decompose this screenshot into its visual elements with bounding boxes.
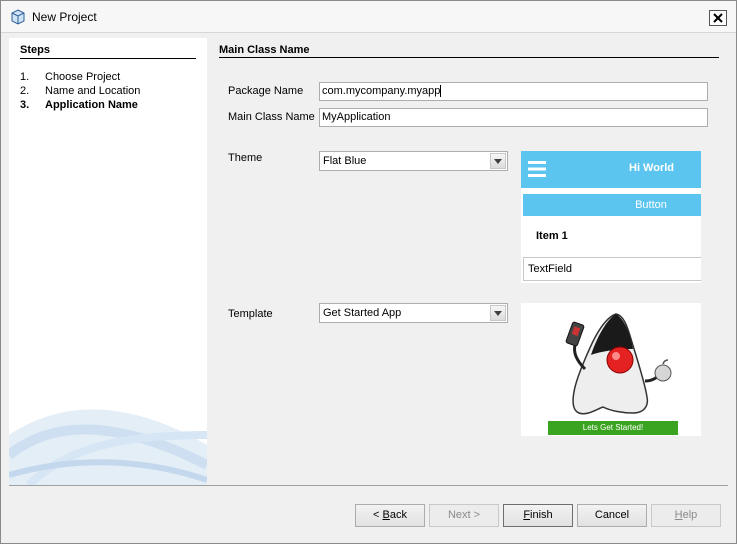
duke-mascot-icon: [565, 313, 672, 415]
decorative-swoosh: [9, 409, 207, 485]
steps-title: Steps: [20, 44, 50, 56]
content-panel: Main Class Name Package Name com.mycompa…: [207, 38, 728, 485]
template-dropdown-button[interactable]: [490, 305, 506, 321]
lets-get-started-button: Lets Get Started!: [548, 421, 678, 435]
main-class-label: Main Class Name: [228, 111, 315, 123]
back-label-prefix: <: [373, 509, 383, 521]
template-select[interactable]: Get Started App: [319, 303, 508, 323]
back-button[interactable]: < Back: [355, 504, 425, 527]
preview-title-bar: Hi World: [521, 151, 701, 188]
template-label: Template: [228, 308, 273, 320]
step-label: Application Name: [45, 99, 138, 111]
back-mnemonic: B: [382, 509, 390, 521]
step-label: Name and Location: [45, 85, 141, 97]
theme-preview: Hi World Button Item 1 TextField: [521, 151, 701, 283]
text-caret: [440, 85, 442, 98]
theme-value: Flat Blue: [323, 155, 367, 167]
new-project-dialog: New Project Steps 1. Choose Project 2. N…: [0, 0, 737, 544]
cube-icon: [11, 9, 25, 25]
section-title: Main Class Name: [219, 44, 310, 56]
finish-label-suffix: inish: [530, 509, 553, 521]
preview-title: Hi World: [629, 162, 675, 174]
package-name-label: Package Name: [228, 85, 304, 97]
template-preview: Lets Get Started!: [521, 303, 701, 436]
step-number: 1.: [20, 71, 30, 83]
cancel-button[interactable]: Cancel: [577, 504, 647, 527]
window-title: New Project: [32, 10, 97, 24]
step-item-1: 1. Choose Project: [20, 70, 140, 84]
step-number: 3.: [20, 99, 30, 111]
chevron-down-icon: [494, 158, 502, 164]
theme-dropdown-button[interactable]: [490, 153, 506, 169]
step-item-2: 2. Name and Location: [20, 84, 140, 98]
close-button[interactable]: [709, 10, 727, 26]
help-label-suffix: elp: [682, 509, 698, 521]
preview-list-item: Item 1: [536, 230, 568, 242]
package-name-value: com.mycompany.myapp: [322, 85, 441, 97]
next-button[interactable]: Next >: [429, 504, 499, 527]
step-number: 2.: [20, 85, 30, 97]
footer-divider: [9, 485, 728, 486]
chevron-down-icon: [494, 310, 502, 316]
preview-button: Button: [523, 194, 701, 216]
template-value: Get Started App: [323, 307, 402, 319]
theme-label: Theme: [228, 152, 263, 164]
steps-panel: Steps 1. Choose Project 2. Name and Loca…: [9, 38, 207, 485]
main-class-value: MyApplication: [322, 111, 391, 123]
title-bar[interactable]: New Project: [1, 1, 736, 33]
close-icon: [713, 13, 723, 23]
step-item-3: 3. Application Name: [20, 98, 140, 112]
steps-list: 1. Choose Project 2. Name and Location 3…: [20, 70, 140, 112]
section-divider: [219, 57, 719, 58]
finish-button[interactable]: Finish: [503, 504, 573, 527]
theme-select[interactable]: Flat Blue: [319, 151, 508, 171]
back-label-suffix: ack: [389, 509, 407, 521]
help-button[interactable]: Help: [651, 504, 721, 527]
steps-divider: [20, 58, 196, 59]
package-name-input[interactable]: com.mycompany.myapp: [319, 82, 708, 101]
step-label: Choose Project: [45, 71, 121, 83]
help-mnemonic: H: [674, 509, 683, 521]
preview-text-field: TextField: [523, 257, 701, 281]
hamburger-menu-icon: [528, 161, 546, 177]
main-class-input[interactable]: MyApplication: [319, 108, 708, 127]
